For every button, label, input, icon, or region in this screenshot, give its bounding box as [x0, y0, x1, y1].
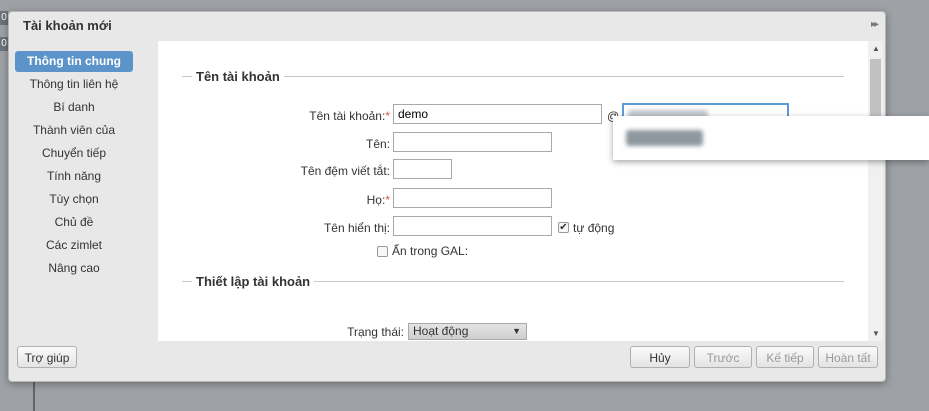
scroll-down-arrow-icon[interactable]: ▼: [872, 329, 880, 338]
status-select[interactable]: Hoạt động ▼: [408, 323, 527, 340]
help-button[interactable]: Trợ giúp: [17, 346, 77, 368]
status-select-value: Hoạt động: [413, 324, 469, 338]
sidebar: Thông tin chung Thông tin liên hệ Bí dan…: [9, 41, 158, 341]
initials-input[interactable]: [393, 159, 452, 179]
double-chevron-right-icon[interactable]: ▸▸: [871, 19, 879, 30]
form-content: Tên tài khoản Tên tài khoản:* @ Tên: Tên…: [158, 41, 868, 341]
account-name-input[interactable]: [393, 104, 602, 124]
auto-display-name-label: tự động: [573, 221, 615, 235]
first-name-input[interactable]: [393, 132, 552, 152]
account-name-label: Tên tài khoản:*: [309, 109, 390, 123]
section-title-account-name: Tên tài khoản: [192, 69, 284, 84]
autocomplete-option-blurred[interactable]: [626, 130, 703, 146]
sidebar-item-contact-info[interactable]: Thông tin liên hệ: [15, 74, 133, 95]
cancel-button[interactable]: Hủy: [630, 346, 690, 368]
last-name-label: Họ:*: [366, 193, 390, 207]
domain-autocomplete-dropdown: [613, 116, 929, 160]
hide-in-gal-checkbox[interactable]: [377, 246, 388, 257]
next-button[interactable]: Kế tiếp: [756, 346, 814, 368]
sidebar-item-advanced[interactable]: Nâng cao: [15, 258, 133, 279]
scrollbar-thumb[interactable]: [870, 59, 881, 124]
new-account-dialog: Tài khoản mới ▸▸ Thông tin chung Thông t…: [8, 11, 886, 382]
sidebar-item-forwarding[interactable]: Chuyển tiếp: [15, 143, 133, 164]
background-tab[interactable]: 0: [0, 11, 8, 25]
previous-button[interactable]: Trước: [694, 346, 752, 368]
finish-button[interactable]: Hoàn tất: [818, 346, 878, 368]
sidebar-item-preferences[interactable]: Tùy chọn: [15, 189, 133, 210]
section-title-account-settings: Thiết lập tài khoản: [192, 274, 315, 289]
content-scrollbar[interactable]: ▲ ▼: [868, 41, 883, 341]
display-name-input[interactable]: [393, 216, 552, 236]
dropdown-arrow-icon: ▼: [512, 326, 521, 336]
status-label: Trạng thái:: [347, 325, 404, 339]
dialog-titlebar[interactable]: Tài khoản mới ▸▸: [9, 12, 885, 40]
initials-label: Tên đệm viết tắt:: [300, 164, 390, 178]
sidebar-item-features[interactable]: Tính năng: [15, 166, 133, 187]
sidebar-item-member-of[interactable]: Thành viên của: [15, 120, 133, 141]
hide-in-gal-label: Ẩn trong GAL:: [392, 244, 469, 258]
sidebar-item-aliases[interactable]: Bí danh: [15, 97, 133, 118]
scroll-up-arrow-icon[interactable]: ▲: [872, 44, 880, 53]
last-name-input[interactable]: [393, 188, 552, 208]
display-name-label: Tên hiển thị:: [323, 221, 390, 235]
sidebar-item-zimlets[interactable]: Các zimlet: [15, 235, 133, 256]
background-tab[interactable]: 0: [0, 37, 8, 51]
sidebar-item-themes[interactable]: Chủ đề: [15, 212, 133, 233]
auto-display-name-checkbox[interactable]: ✔: [558, 222, 569, 233]
first-name-label: Tên:: [365, 137, 390, 151]
dialog-footer: Trợ giúp Hủy Trước Kế tiếp Hoàn tất: [9, 341, 885, 381]
background-divider: [33, 380, 35, 411]
sidebar-item-general-info[interactable]: Thông tin chung: [15, 51, 133, 72]
dialog-title: Tài khoản mới: [23, 18, 112, 33]
